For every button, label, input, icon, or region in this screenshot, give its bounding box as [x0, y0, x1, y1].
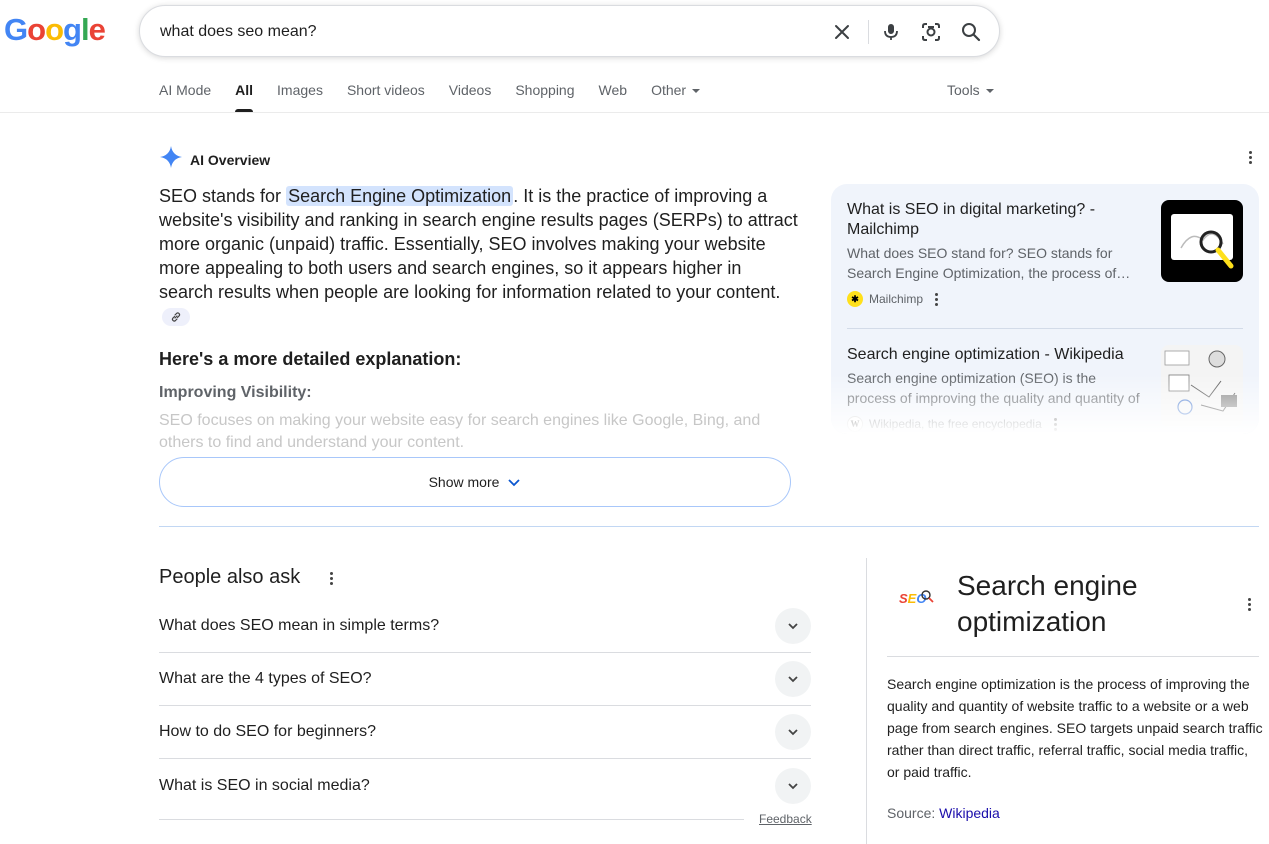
caret-down-icon	[692, 89, 701, 94]
header-divider	[0, 112, 1269, 113]
chevron-down-icon[interactable]	[775, 714, 811, 750]
source-card[interactable]: Search engine optimization - Wikipedia S…	[847, 345, 1243, 432]
tab-shopping[interactable]: Shopping	[515, 82, 574, 112]
search-input[interactable]	[160, 19, 800, 45]
source-desc: Search engine optimization (SEO) is the …	[847, 370, 1140, 406]
ai-subheading: Here's a more detailed explanation:	[159, 349, 462, 369]
source-title[interactable]: Search engine optimization - Wikipedia	[847, 345, 1137, 365]
ai-overview-text: SEO stands for Search Engine Optimizatio…	[159, 184, 799, 328]
source-site: ✱ Mailchimp	[847, 291, 1243, 307]
paa-title: People also ask	[159, 566, 301, 588]
intro-before: SEO stands for	[159, 186, 287, 206]
tools-button[interactable]: Tools	[947, 82, 994, 98]
ai-section-text: SEO focuses on making your website easy …	[159, 412, 761, 451]
chevron-down-icon[interactable]	[775, 608, 811, 644]
source-title[interactable]: What is SEO in digital marketing? - Mail…	[847, 200, 1137, 240]
source-label: Source:	[887, 805, 940, 821]
more-vert-icon[interactable]	[1239, 594, 1259, 614]
knowledge-panel-description: Search engine optimization is the proces…	[887, 676, 1263, 780]
tab-other[interactable]: Other	[651, 82, 701, 112]
more-vert-icon[interactable]	[1240, 147, 1260, 167]
source-thumbnail	[1161, 345, 1243, 427]
link-icon[interactable]	[162, 308, 190, 327]
more-vert-icon[interactable]	[935, 292, 939, 306]
wikipedia-link[interactable]: Wikipedia	[939, 805, 1000, 821]
knowledge-panel-source: Source: Wikipedia	[887, 805, 1000, 821]
ai-overview-divider	[159, 526, 1259, 527]
paa-question[interactable]: What does SEO mean in simple terms?	[159, 600, 811, 653]
paa-question-text: What is SEO in social media?	[159, 776, 370, 794]
mailchimp-icon: ✱	[847, 291, 863, 307]
tab-short-videos[interactable]: Short videos	[347, 82, 425, 112]
knowledge-panel-divider	[866, 558, 867, 844]
feedback-link[interactable]: Feedback	[759, 812, 812, 826]
tools-label: Tools	[947, 82, 980, 98]
paa-question[interactable]: How to do SEO for beginners?	[159, 706, 811, 759]
source-site-name: Wikipedia, the free encyclopedia	[869, 417, 1042, 431]
paa-divider	[159, 819, 744, 820]
paa-question-text: What are the 4 types of SEO?	[159, 670, 372, 687]
show-more-label: Show more	[428, 474, 500, 490]
search-box	[139, 5, 1000, 57]
knowledge-panel-separator	[887, 656, 1259, 657]
google-logo[interactable]: Google	[4, 12, 106, 48]
clear-icon[interactable]	[830, 20, 854, 44]
knowledge-panel-title: Search engine optimization	[957, 570, 1138, 637]
wikipedia-icon: W	[847, 416, 863, 432]
paa-question-text: How to do SEO for beginners?	[159, 723, 377, 740]
search-icon[interactable]	[959, 20, 983, 44]
tab-images[interactable]: Images	[277, 82, 323, 112]
ai-sources-panel: What is SEO in digital marketing? - Mail…	[831, 184, 1259, 434]
seo-logo: SEO	[899, 590, 934, 606]
ai-section-title: Improving Visibility:	[159, 384, 312, 401]
search-tabs: AI Mode All Images Short videos Videos S…	[159, 82, 724, 112]
microphone-icon[interactable]	[879, 20, 903, 44]
tab-web[interactable]: Web	[599, 82, 628, 112]
lens-icon[interactable]	[919, 20, 943, 44]
source-card[interactable]: What is SEO in digital marketing? - Mail…	[847, 200, 1243, 307]
sparkle-icon	[159, 145, 183, 174]
ai-overview-header: AI Overview	[159, 145, 270, 174]
source-divider	[847, 328, 1243, 329]
tab-all[interactable]: All	[235, 82, 253, 112]
paa-question[interactable]: What is SEO in social media?	[159, 759, 811, 812]
more-vert-icon[interactable]	[321, 568, 341, 588]
chevron-down-icon[interactable]	[775, 661, 811, 697]
paa-question-text: What does SEO mean in simple terms?	[159, 617, 440, 634]
chevron-down-icon	[508, 479, 521, 487]
search-divider	[868, 20, 869, 44]
source-desc: What does SEO stand for? SEO stands for …	[847, 245, 1131, 281]
caret-down-icon	[985, 89, 994, 94]
more-vert-icon[interactable]	[1053, 417, 1057, 431]
highlighted-term[interactable]: Search Engine Optimization	[286, 186, 514, 206]
tab-videos[interactable]: Videos	[449, 82, 492, 112]
tab-other-label: Other	[651, 82, 687, 98]
source-thumbnail	[1161, 200, 1243, 282]
chevron-down-icon[interactable]	[775, 767, 811, 804]
paa-question[interactable]: What are the 4 types of SEO?	[159, 653, 811, 706]
tab-ai-mode[interactable]: AI Mode	[159, 82, 211, 112]
show-more-button[interactable]: Show more	[159, 457, 791, 507]
source-site-name: Mailchimp	[869, 292, 924, 306]
ai-overview-title: AI Overview	[190, 151, 271, 168]
